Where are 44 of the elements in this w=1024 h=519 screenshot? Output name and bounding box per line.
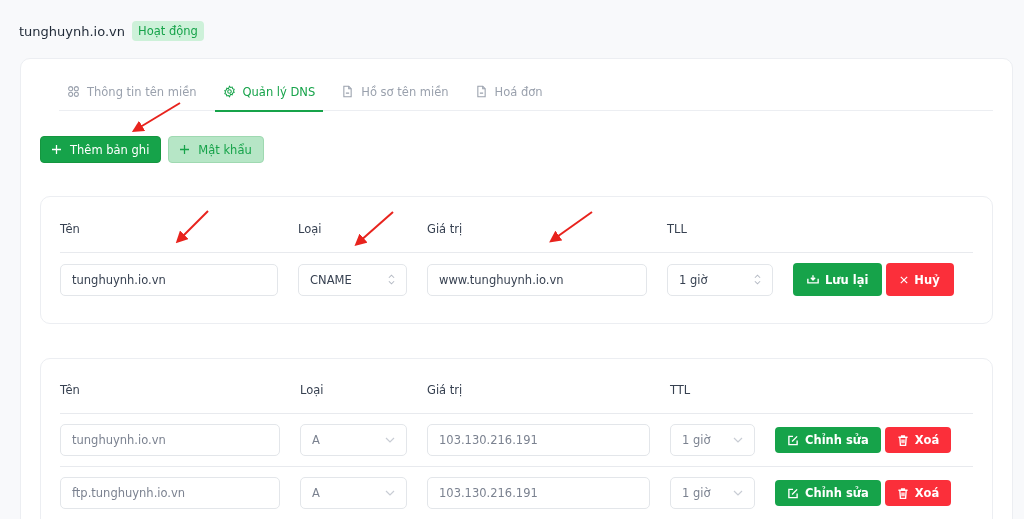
save-button[interactable]: Lưu lại — [793, 263, 883, 296]
plus-icon — [180, 145, 190, 154]
column-header: Loại — [298, 222, 323, 236]
annotation-arrow — [175, 210, 209, 244]
chevron-down-icon — [385, 437, 395, 443]
chevron-down-icon — [733, 490, 743, 496]
chevron-up-down-icon — [754, 274, 761, 285]
column-header: Loại — [300, 383, 325, 397]
chevron-up-down-icon — [388, 274, 395, 285]
download-tray-icon — [807, 274, 819, 285]
annotation-arrow — [549, 211, 593, 243]
column-header: Giá trị — [427, 222, 464, 236]
trash-icon — [896, 487, 909, 499]
plus-icon — [52, 145, 61, 154]
tab[interactable]: Thông tin tên miền — [59, 79, 205, 112]
chevron-down-icon — [385, 490, 395, 496]
trash-icon — [896, 434, 909, 446]
name-input[interactable]: tunghuynh.io.vn — [60, 263, 278, 296]
close-icon — [900, 275, 909, 284]
edit-icon — [787, 434, 799, 446]
type-select[interactable]: CNAME — [298, 263, 407, 296]
column-header: TLL — [667, 222, 688, 236]
column-header: Giá trị — [427, 383, 464, 397]
value-input[interactable]: www.tunghuynh.io.vn — [427, 263, 647, 296]
chevron-down-icon — [733, 437, 743, 443]
annotation-arrow — [354, 211, 394, 246]
tab[interactable]: Quản lý DNS — [214, 79, 324, 112]
tab[interactable]: Hồ sơ tên miền — [333, 79, 457, 112]
column-header: Tên — [60, 383, 81, 397]
document-icon — [474, 85, 488, 98]
column-header: Tên — [60, 222, 81, 236]
status-badge: Hoạt động — [132, 21, 204, 41]
document-icon — [341, 85, 355, 98]
add-button[interactable]: Mật khẩu — [168, 136, 264, 163]
ttl-select[interactable]: 1 giờ — [667, 263, 773, 296]
grid-icon — [67, 85, 80, 98]
domain-title: tunghuynh.io.vn — [19, 23, 125, 39]
annotation-arrow — [131, 102, 181, 133]
add-button[interactable]: Thêm bản ghi — [40, 136, 162, 163]
column-header: TTL — [670, 383, 692, 397]
edit-icon — [787, 487, 799, 499]
cancel-button[interactable]: Huỷ — [886, 263, 954, 296]
settings-icon — [222, 85, 236, 98]
tab[interactable]: Hoá đơn — [466, 79, 551, 112]
